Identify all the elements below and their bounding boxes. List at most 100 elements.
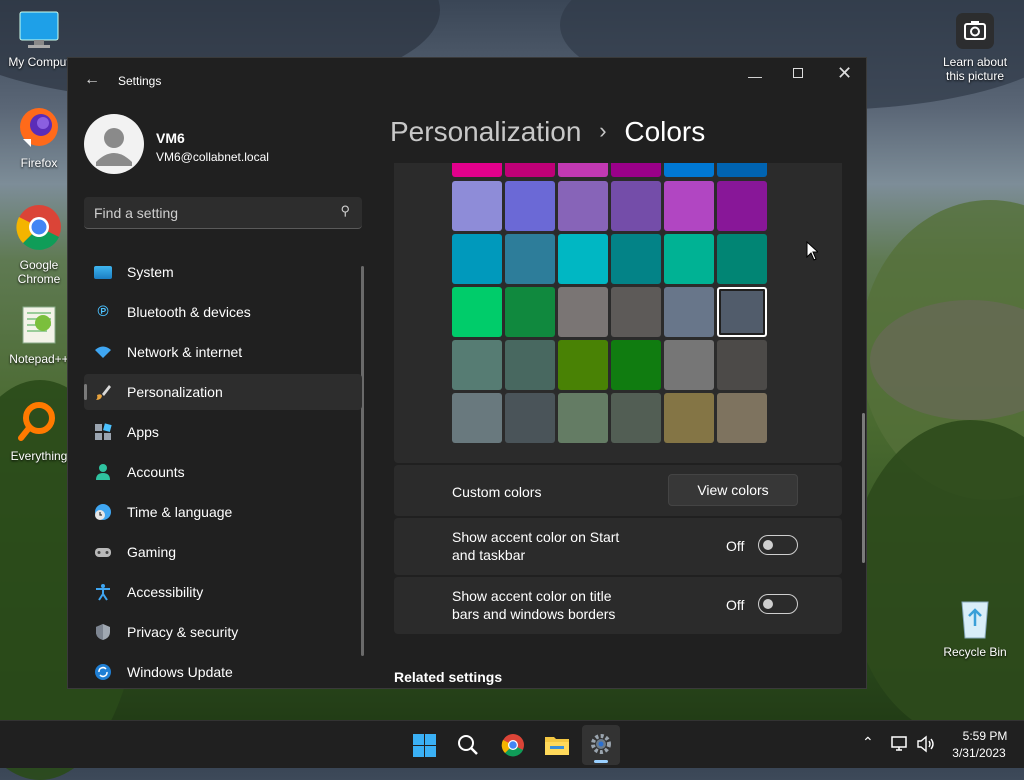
color-swatch[interactable] — [664, 234, 714, 284]
minimize-button[interactable]: — — [748, 68, 768, 84]
settings-taskbar-button[interactable] — [582, 725, 620, 765]
monitor-icon — [19, 11, 59, 48]
color-swatch[interactable] — [717, 340, 767, 390]
sidebar: VM6 VM6@collabnet.local Find a setting ⚲… — [68, 104, 378, 688]
color-swatch[interactable] — [717, 181, 767, 231]
desktop-icon-learn-picture[interactable]: Learn about this picture — [937, 12, 1013, 83]
person-icon — [96, 128, 132, 166]
color-swatch[interactable] — [664, 393, 714, 443]
chrome-icon[interactable] — [501, 733, 525, 757]
user-email: VM6@collabnet.local — [156, 150, 269, 164]
breadcrumb: Personalization › Colors — [390, 116, 705, 148]
color-swatch[interactable] — [558, 393, 608, 443]
color-swatch[interactable] — [611, 234, 661, 284]
nav-item-apps[interactable]: Apps — [84, 414, 362, 450]
color-swatch[interactable] — [452, 393, 502, 443]
color-swatch[interactable] — [558, 340, 608, 390]
window-title: Settings — [118, 74, 162, 88]
custom-colors-label: Custom colors — [452, 484, 542, 500]
gamepad-icon — [95, 548, 111, 557]
color-swatch[interactable] — [505, 163, 555, 177]
update-icon — [95, 664, 111, 680]
file-explorer-icon[interactable] — [544, 734, 570, 756]
color-swatch[interactable] — [505, 393, 555, 443]
color-swatch[interactable] — [664, 181, 714, 231]
color-swatch[interactable] — [452, 287, 502, 337]
color-swatch[interactable] — [505, 234, 555, 284]
color-swatch[interactable] — [452, 340, 502, 390]
accent-title-row: Show accent color on title bars and wind… — [394, 577, 842, 634]
desktop-icon-chrome[interactable]: Google Chrome — [1, 203, 77, 286]
breadcrumb-parent[interactable]: Personalization — [390, 116, 581, 147]
nav-item-time-language[interactable]: Time & language — [84, 494, 362, 530]
clock-date[interactable]: 3/31/2023 — [946, 746, 1012, 760]
desktop-icon-recycle-bin[interactable]: Recycle Bin — [937, 596, 1013, 659]
clock-time[interactable]: 5:59 PM — [958, 729, 1012, 743]
nav-item-personalization[interactable]: Personalization — [84, 374, 362, 410]
mouse-cursor-icon — [806, 241, 818, 261]
nav-item-gaming[interactable]: Gaming — [84, 534, 362, 570]
back-icon[interactable]: ← — [84, 71, 100, 89]
color-swatch[interactable] — [558, 287, 608, 337]
search-icon[interactable] — [457, 734, 479, 756]
color-swatch[interactable] — [558, 163, 608, 177]
color-swatch[interactable] — [505, 340, 555, 390]
chevron-up-icon[interactable]: ⌃ — [862, 734, 874, 751]
color-swatch[interactable] — [505, 181, 555, 231]
settings-window: ← Settings — ✕ VM6 VM6@collabnet.local F… — [67, 57, 867, 689]
accent-start-label: Show accent color on Start and taskbar — [452, 529, 620, 563]
color-swatch[interactable] — [558, 234, 608, 284]
color-swatch[interactable] — [717, 163, 767, 177]
accent-start-toggle[interactable] — [758, 535, 798, 555]
color-swatch[interactable] — [664, 287, 714, 337]
desktop-icon-firefox[interactable]: Firefox — [1, 105, 77, 170]
accent-title-toggle[interactable] — [758, 594, 798, 614]
notepadpp-icon — [22, 306, 56, 344]
user-name: VM6 — [156, 130, 185, 146]
color-swatch[interactable] — [717, 234, 767, 284]
color-swatch[interactable] — [717, 393, 767, 443]
volume-icon[interactable] — [916, 735, 936, 753]
system-icon — [94, 266, 112, 279]
color-swatch[interactable] — [611, 287, 661, 337]
color-swatch-selected[interactable] — [717, 287, 767, 337]
nav-item-windows-update[interactable]: Windows Update — [84, 654, 362, 688]
nav-item-network[interactable]: Network & internet — [84, 334, 362, 370]
desktop-icon-my-computer[interactable]: My Comput — [1, 10, 77, 69]
color-swatch[interactable] — [505, 287, 555, 337]
network-icon[interactable] — [891, 735, 909, 753]
desktop-icon-everything[interactable]: Everything — [1, 400, 77, 463]
desktop-icon-notepadpp[interactable]: Notepad++ — [1, 303, 77, 366]
color-swatch[interactable] — [664, 163, 714, 177]
nav-label: Privacy & security — [127, 624, 239, 640]
color-swatch[interactable] — [611, 340, 661, 390]
color-swatch[interactable] — [452, 163, 502, 177]
nav-item-accessibility[interactable]: Accessibility — [84, 574, 362, 610]
color-swatch[interactable] — [611, 181, 661, 231]
nav-item-accounts[interactable]: Accounts — [84, 454, 362, 490]
nav-item-system[interactable]: System — [84, 254, 362, 290]
chevron-right-icon: › — [599, 118, 607, 143]
close-button[interactable]: ✕ — [837, 63, 852, 84]
view-colors-button[interactable]: View colors — [668, 474, 798, 506]
nav-item-bluetooth[interactable]: ℗ Bluetooth & devices — [84, 294, 362, 330]
color-swatch[interactable] — [611, 393, 661, 443]
color-swatch[interactable] — [611, 163, 661, 177]
color-swatch[interactable] — [452, 234, 502, 284]
color-swatch[interactable] — [452, 181, 502, 231]
color-swatch[interactable] — [664, 340, 714, 390]
color-swatch[interactable] — [558, 181, 608, 231]
nav-label: Bluetooth & devices — [127, 304, 251, 320]
search-box[interactable]: Find a setting ⚲ — [84, 197, 362, 229]
avatar[interactable] — [84, 114, 144, 174]
desktop-icon-label: Learn about this picture — [942, 55, 1008, 83]
content-scrollbar[interactable] — [862, 413, 865, 563]
nav-label: Accounts — [127, 464, 185, 480]
desktop-icon-label: Recycle Bin — [943, 645, 1007, 659]
maximize-button[interactable] — [793, 68, 803, 78]
desktop-icon-label: Google Chrome — [17, 258, 61, 286]
start-icon[interactable] — [413, 734, 436, 757]
search-icon[interactable]: ⚲ — [340, 203, 350, 219]
accent-title-label: Show accent color on title bars and wind… — [452, 588, 616, 622]
nav-item-privacy[interactable]: Privacy & security — [84, 614, 362, 650]
